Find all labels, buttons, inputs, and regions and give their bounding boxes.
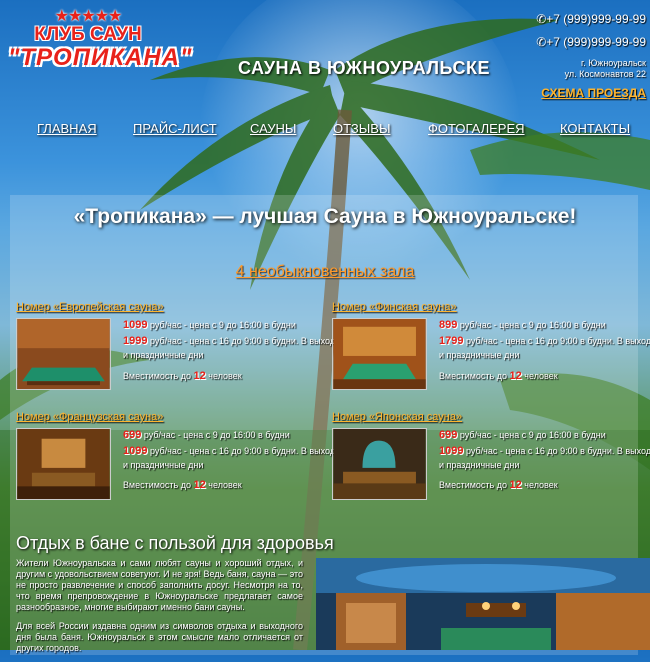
room-price-note: и праздничные дни — [439, 460, 520, 470]
room-price-evening: 1099 руб/час - цена с 16 до 9:00 в будни… — [123, 445, 352, 457]
room-price-day: 699 руб/час - цена с 9 до 16:00 в будни — [439, 429, 606, 441]
room-price-note: и праздничные дни — [123, 350, 204, 360]
room-price-evening: 1799 руб/час - цена с 16 до 9:00 в будни… — [439, 335, 650, 347]
room-photo-french[interactable] — [16, 428, 111, 500]
article-photo — [316, 558, 650, 650]
room-price-evening: 1099 руб/час - цена с 16 до 9:00 в будни… — [439, 445, 650, 457]
address-street: ул. Космонавтов 22 — [564, 69, 646, 79]
nav-gallery[interactable]: ФОТОГАЛЕРЕЯ — [428, 121, 525, 136]
header: ★★★★★ КЛУБ САУН "ТРОПИКАНА" САУНА В ЮЖНО… — [0, 0, 650, 180]
article-paragraph: Жители Южноуральска и сами любят сауны и… — [16, 558, 303, 612]
main-nav: ГЛАВНАЯ ПРАЙС-ЛИСТ САУНЫ ОТЗЫВЫ ФОТОГАЛЕ… — [0, 121, 650, 141]
article-title: Отдых в бане с пользой для здоровья — [16, 533, 334, 553]
room-capacity: Вместимость до 12 человек — [123, 370, 242, 382]
phone-icon: ✆ — [536, 35, 547, 49]
room-capacity: Вместимость до 12 человек — [123, 479, 242, 491]
phone-2[interactable]: ✆+7 (999)999-99-99 — [536, 31, 646, 54]
room-photo-japanese[interactable] — [332, 428, 427, 500]
room-photo-european[interactable] — [16, 318, 111, 390]
nav-home[interactable]: ГЛАВНАЯ — [37, 121, 97, 136]
nav-reviews[interactable]: ОТЗЫВЫ — [333, 121, 390, 136]
room-capacity: Вместимость до 12 человек — [439, 479, 558, 491]
rooms-subheading[interactable]: 4 необыкновенных зала — [0, 263, 650, 281]
room-price-day: 699 руб/час - цена с 9 до 16:00 в будни — [123, 429, 290, 441]
logo-line2: "ТРОПИКАНА" — [8, 44, 193, 71]
room-title-finnish[interactable]: Номер «Финская сауна» — [332, 301, 457, 313]
room-price-day: 1099 руб/час - цена с 9 до 16:00 в будни — [123, 319, 296, 331]
phone-icon: ✆ — [536, 12, 547, 26]
nav-contacts[interactable]: КОНТАКТЫ — [560, 121, 630, 136]
map-link[interactable]: СХЕМА ПРОЕЗДА — [541, 86, 646, 100]
room-capacity: Вместимость до 12 человек — [439, 370, 558, 382]
phone-list: ✆+7 (999)999-99-99 ✆+7 (999)999-99-99 — [536, 8, 646, 54]
address-city: г. Южноуральск — [581, 58, 646, 68]
room-price-evening: 1999 руб/час - цена с 16 до 9:00 в будни… — [123, 335, 352, 347]
logo-stars: ★★★★★ — [54, 8, 123, 25]
room-photo-finnish[interactable] — [332, 318, 427, 390]
logo-line1: КЛУБ САУН — [34, 24, 142, 45]
logo[interactable]: ★★★★★ КЛУБ САУН "ТРОПИКАНА" — [8, 6, 193, 86]
site-title: САУНА В ЮЖНОУРАЛЬСКЕ — [238, 58, 490, 78]
room-title-european[interactable]: Номер «Европейская сауна» — [16, 301, 164, 313]
room-title-french[interactable]: Номер «Французская сауна» — [16, 411, 163, 423]
article-paragraph: Для всей России издавна одним из символо… — [16, 621, 303, 653]
room-price-note: и праздничные дни — [439, 350, 520, 360]
room-title-japanese[interactable]: Номер «Японская сауна» — [332, 411, 462, 423]
nav-saunas[interactable]: САУНЫ — [250, 121, 296, 136]
nav-price-list[interactable]: ПРАЙС-ЛИСТ — [133, 121, 217, 136]
page-headline: «Тропикана» — лучшая Сауна в Южноуральск… — [73, 205, 577, 228]
phone-1[interactable]: ✆+7 (999)999-99-99 — [536, 8, 646, 31]
address: г. Южноуральск ул. Космонавтов 22 — [565, 58, 646, 80]
room-price-day: 899 руб/час - цена с 9 до 16:00 в будни — [439, 319, 606, 331]
article-body: Жители Южноуральска и сами любят сауны и… — [16, 558, 303, 662]
room-price-note: и праздничные дни — [123, 460, 204, 470]
